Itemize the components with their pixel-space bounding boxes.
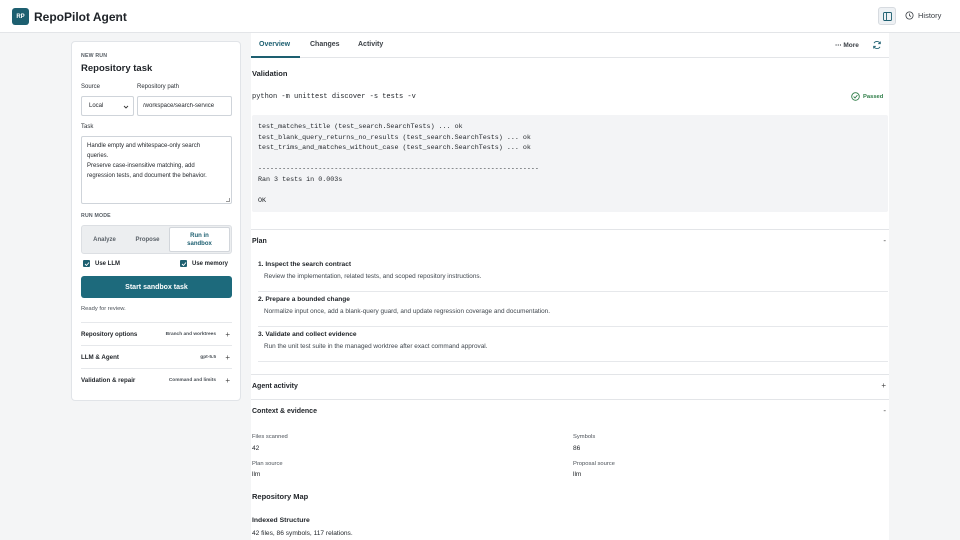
files-scanned-label: Files scanned xyxy=(252,434,288,440)
accordion-validation-repair[interactable]: Validation & repair Command and limits + xyxy=(81,368,232,391)
history-icon xyxy=(905,11,914,20)
new-run-card: NEW RUN Repository task Source Repositor… xyxy=(71,41,241,401)
mode-analyze-button[interactable]: Analyze xyxy=(83,227,126,252)
agent-activity-section-header[interactable]: Agent activity + xyxy=(251,374,889,398)
task-line: Preserve case-insensitive matching, add xyxy=(87,163,195,169)
task-line: regression tests, and document the behav… xyxy=(87,173,207,179)
plan-title: Plan xyxy=(252,238,267,245)
history-button[interactable]: History xyxy=(905,11,941,20)
more-button[interactable]: ⋯ More xyxy=(835,41,859,49)
plus-icon: + xyxy=(225,352,230,362)
list-item: 2. Prepare a bounded change Normalize in… xyxy=(252,292,888,327)
chevron-down-icon[interactable] xyxy=(114,12,122,20)
mode-propose-button[interactable]: Propose xyxy=(126,227,169,252)
use-memory-checkbox[interactable]: Use memory xyxy=(180,260,228,267)
accordion-title: Repository options xyxy=(81,330,138,338)
collapse-icon: - xyxy=(883,236,886,245)
source-select-value: Local xyxy=(89,103,104,109)
accordion-meta: gpt-5.5 xyxy=(200,354,216,360)
toggle-panel-button[interactable] xyxy=(878,7,896,25)
plus-icon: + xyxy=(225,375,230,385)
more-label: More xyxy=(843,42,859,49)
new-run-eyebrow: NEW RUN xyxy=(81,53,108,59)
tab-bar: Overview Changes Activity ⋯ More xyxy=(251,33,889,58)
plan-source-label: Plan source xyxy=(252,461,283,467)
test-output: test_matches_title (test_search.SearchTe… xyxy=(252,115,888,212)
repository-map-summary: 42 files, 86 symbols, 117 relations. xyxy=(252,530,353,537)
tab-changes[interactable]: Changes xyxy=(310,41,340,48)
use-llm-checkbox[interactable]: Use LLM xyxy=(83,260,120,267)
divider xyxy=(258,361,888,362)
proposal-source-label: Proposal source xyxy=(573,461,615,467)
accordion-repository-options[interactable]: Repository options Branch and worktrees … xyxy=(81,322,232,345)
files-scanned-value: 42 xyxy=(252,445,260,452)
plan-item-description: Run the unit test suite in the managed w… xyxy=(264,343,488,350)
plan-item-title: 1. Inspect the search contract xyxy=(258,261,352,268)
tab-activity[interactable]: Activity xyxy=(358,41,383,48)
main-pane: Overview Changes Activity ⋯ More Validat… xyxy=(251,33,889,540)
mode-run-in-sandbox-button[interactable]: Run in sandbox xyxy=(169,227,230,252)
refresh-icon[interactable] xyxy=(872,40,882,50)
use-llm-label: Use LLM xyxy=(95,260,121,267)
list-item: 1. Inspect the search contract Review th… xyxy=(252,257,888,292)
plan-item-title: 3. Validate and collect evidence xyxy=(258,331,357,338)
plan-source-value: llm xyxy=(252,471,261,478)
start-sandbox-task-button[interactable]: Start sandbox task xyxy=(81,276,232,298)
chevron-down-icon xyxy=(123,105,129,109)
accordion-meta: Command and limits xyxy=(168,377,216,383)
plan-item-description: Review the implementation, related tests… xyxy=(264,273,482,280)
status-badge: Passed xyxy=(851,92,883,101)
resize-handle[interactable] xyxy=(226,198,230,202)
app-logo: RP xyxy=(12,8,29,25)
check-circle-icon xyxy=(851,92,860,101)
plan-item-description: Normalize input once, add a blank-query … xyxy=(264,308,550,315)
proposal-source-value: llm xyxy=(573,471,582,478)
context-title: Context & evidence xyxy=(252,408,317,415)
accordion-title: Validation & repair xyxy=(81,376,136,384)
card-title: Repository task xyxy=(81,63,153,74)
tab-overview[interactable]: Overview xyxy=(259,41,290,48)
run-mode-segmented-control: Analyze Propose Run in sandbox xyxy=(81,225,232,254)
validation-command: python -m unittest discover -s tests -v xyxy=(252,93,416,101)
checkbox-checked-icon xyxy=(180,260,187,267)
plan-item-title: 2. Prepare a bounded change xyxy=(258,296,350,303)
sidebar-panel-icon xyxy=(882,11,892,21)
app-title[interactable]: RepoPilot Agent xyxy=(34,10,127,24)
checkbox-checked-icon xyxy=(83,260,90,267)
source-label: Source xyxy=(81,84,101,90)
validation-title: Validation xyxy=(252,69,288,78)
expand-icon: + xyxy=(881,381,886,390)
plus-icon: + xyxy=(225,329,230,339)
task-line: Handle empty and whitespace-only search xyxy=(87,143,201,149)
context-section-header[interactable]: Context & evidence - xyxy=(251,399,889,423)
symbols-label: Symbols xyxy=(573,434,596,440)
top-bar: RP RepoPilot Agent History xyxy=(0,0,960,33)
collapse-icon: - xyxy=(883,406,886,415)
list-item: 3. Validate and collect evidence Run the… xyxy=(252,327,888,362)
source-select[interactable]: Local xyxy=(81,96,134,116)
repository-map-title: Repository Map xyxy=(252,492,309,501)
repository-path-input[interactable] xyxy=(137,96,232,116)
repository-path-label: Repository path xyxy=(137,84,180,90)
status-text: Ready for review. xyxy=(81,306,126,312)
status-badge-label: Passed xyxy=(863,93,884,100)
agent-activity-title: Agent activity xyxy=(252,383,298,390)
task-line: queries. xyxy=(87,153,109,159)
accordion-meta: Branch and worktrees xyxy=(165,331,216,337)
indexed-structure-heading: Indexed Structure xyxy=(252,517,310,524)
accordion-title: LLM & Agent xyxy=(81,353,119,361)
accordion-llm-agent[interactable]: LLM & Agent gpt-5.5 + xyxy=(81,345,232,368)
symbols-value: 86 xyxy=(573,445,581,452)
plan-section-header[interactable]: Plan - xyxy=(251,229,889,253)
active-tab-indicator xyxy=(251,56,300,58)
task-textarea[interactable]: Handle empty and whitespace-only search … xyxy=(81,136,232,204)
use-memory-label: Use memory xyxy=(192,260,229,267)
history-label: History xyxy=(918,11,942,20)
run-mode-label: RUN MODE xyxy=(81,213,111,219)
task-label: Task xyxy=(81,124,94,130)
